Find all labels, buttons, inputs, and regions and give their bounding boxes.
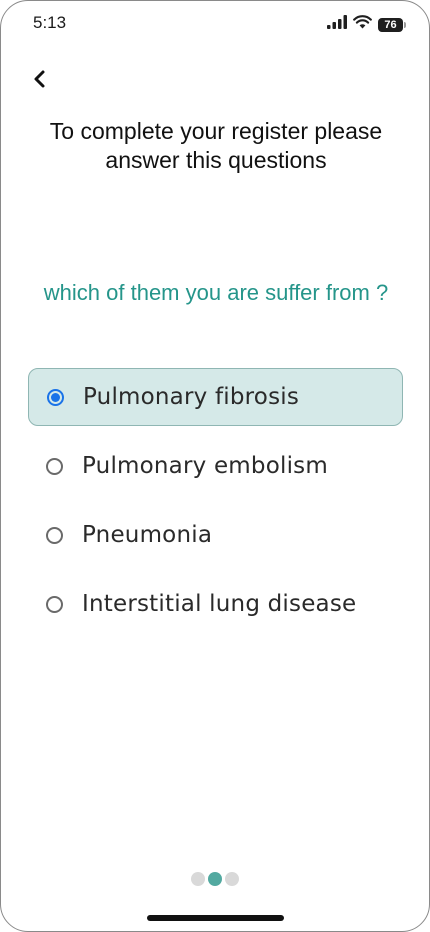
cellular-signal-icon: [327, 15, 347, 34]
option-pulmonary-fibrosis[interactable]: Pulmonary fibrosis: [28, 368, 403, 426]
page-indicator: [1, 872, 429, 886]
battery-tip: [404, 21, 406, 28]
option-pulmonary-embolism[interactable]: Pulmonary embolism: [28, 437, 403, 495]
chevron-left-icon: [34, 70, 45, 88]
pager-dot: [191, 872, 205, 886]
option-label: Pulmonary fibrosis: [83, 384, 300, 410]
battery-level: 76: [384, 18, 397, 31]
home-indicator: [147, 915, 284, 921]
back-button[interactable]: [29, 67, 51, 91]
radio-button[interactable]: [46, 457, 63, 475]
battery-icon: 76: [378, 17, 406, 32]
option-pneumonia[interactable]: Pneumonia: [28, 506, 403, 564]
radio-dot: [51, 392, 60, 402]
option-label: Pulmonary embolism: [82, 453, 328, 479]
question-text: which of them you are suffer from ?: [43, 280, 389, 305]
status-bar: 5:13 76: [1, 1, 429, 45]
radio-button[interactable]: [46, 526, 63, 544]
phone-screen: 5:13 76 To complete your register please…: [0, 0, 430, 932]
pager-dot-active: [208, 872, 222, 886]
option-label: Interstitial lung disease: [82, 591, 357, 617]
wifi-icon: [353, 15, 372, 34]
option-interstitial-lung-disease[interactable]: Interstitial lung disease: [28, 575, 403, 633]
option-label: Pneumonia: [82, 522, 213, 548]
radio-button[interactable]: [46, 595, 63, 613]
radio-button-checked[interactable]: [47, 388, 64, 406]
pager-dot: [225, 872, 239, 886]
status-time: 5:13: [33, 13, 67, 32]
page-title: To complete your register please answer …: [49, 118, 383, 173]
status-icons: 76: [327, 15, 406, 34]
